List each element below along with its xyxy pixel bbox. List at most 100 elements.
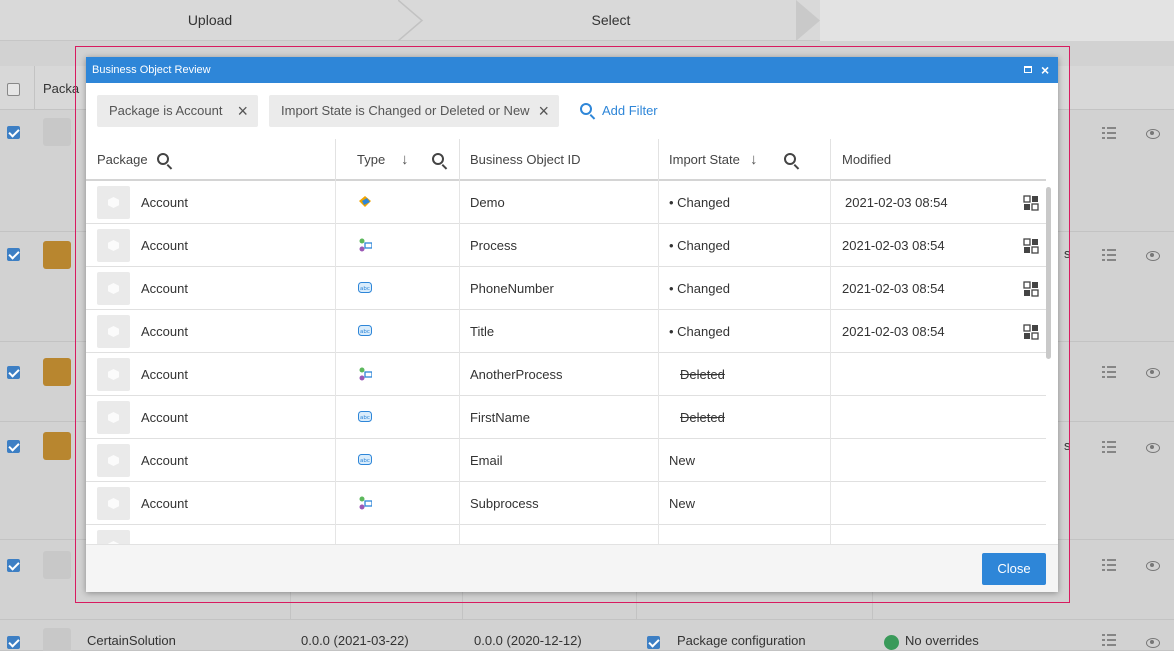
package-icon — [97, 444, 130, 477]
filter-chip-label: Package is Account — [109, 103, 223, 118]
row-checkbox[interactable] — [7, 366, 20, 379]
column-header-import-state[interactable]: Import State — [669, 139, 740, 181]
list-icon[interactable] — [1102, 365, 1116, 379]
cell-import-state: • Changed — [669, 324, 730, 339]
row-checkbox[interactable] — [7, 126, 20, 139]
package-icon — [43, 241, 71, 269]
table-row[interactable]: Account AnotherProcess Deleted — [86, 353, 1046, 396]
table-row[interactable]: Account abc Title • Changed 2021-02-03 0… — [86, 310, 1046, 353]
compare-icon[interactable] — [1023, 195, 1039, 211]
package-icon — [43, 432, 71, 460]
view-icon[interactable] — [1146, 638, 1160, 648]
sort-arrow-icon[interactable]: ↓ — [401, 139, 409, 181]
filter-chip-package[interactable]: Package is Account × — [97, 95, 258, 127]
list-icon[interactable] — [1102, 558, 1116, 572]
cell-business-object-id: AnotherProcess — [470, 367, 563, 382]
row-checkbox[interactable] — [7, 636, 20, 649]
search-icon[interactable] — [432, 153, 444, 165]
step-upload[interactable]: Upload — [0, 0, 420, 41]
table-row[interactable]: Account abc Email New — [86, 439, 1046, 482]
search-icon[interactable] — [784, 153, 796, 165]
text-field-type-icon: abc — [358, 411, 372, 422]
package-icon — [43, 628, 71, 651]
remove-filter-icon[interactable]: × — [538, 95, 549, 127]
filter-chip-import-state[interactable]: Import State is Changed or Deleted or Ne… — [269, 95, 559, 127]
check-circle-icon — [884, 635, 899, 650]
view-icon[interactable] — [1146, 368, 1160, 378]
list-icon[interactable] — [1102, 633, 1116, 647]
table-row[interactable]: Account Demo • Changed 2021-02-03 08:54 — [86, 181, 1046, 224]
table-row[interactable]: Account abc PhoneNumber • Changed 2021-0… — [86, 267, 1046, 310]
package-icon — [97, 315, 130, 348]
row-checkbox[interactable] — [7, 248, 20, 261]
compare-icon[interactable] — [1023, 324, 1039, 340]
cell-modified: 2021-02-03 08:54 — [845, 195, 948, 210]
package-icon — [97, 530, 130, 544]
cell-modified: 2021-02-03 08:54 — [842, 324, 945, 339]
search-icon — [580, 103, 592, 115]
compare-icon[interactable] — [1023, 238, 1039, 254]
row-checkbox[interactable] — [7, 440, 20, 453]
background-row-certainsolution[interactable]: CertainSolution 0.0.0 (2021-03-22) 0.0.0… — [0, 620, 1174, 651]
column-header-business-object-id[interactable]: Business Object ID — [470, 139, 581, 181]
table-row[interactable]: Account abc FirstName Deleted — [86, 396, 1046, 439]
step-pending — [820, 0, 1174, 41]
text-field-type-icon: abc — [358, 325, 372, 336]
dialog-title: Business Object Review — [86, 57, 1058, 83]
table-row[interactable]: Account Process • Changed 2021-02-03 08:… — [86, 224, 1046, 267]
cell-modified: 2021-02-03 08:54 — [842, 281, 945, 296]
row-checkbox[interactable] — [7, 559, 20, 572]
process-type-icon — [359, 496, 372, 510]
object-type-icon — [359, 196, 371, 207]
column-header-package[interactable]: Package — [97, 139, 148, 181]
package-icon — [97, 272, 130, 305]
add-filter-button[interactable]: Add Filter — [580, 101, 658, 121]
cell-business-object-id: FirstName — [470, 410, 530, 425]
view-icon[interactable] — [1146, 561, 1160, 571]
view-icon[interactable] — [1146, 251, 1160, 261]
wizard-header: Upload Select — [0, 0, 1174, 41]
cell-modified: 2021-02-03 08:54 — [842, 238, 945, 253]
view-icon[interactable] — [1146, 129, 1160, 139]
view-icon[interactable] — [1146, 443, 1160, 453]
maximize-icon[interactable] — [1024, 66, 1032, 73]
cell-import-state: New — [669, 453, 696, 468]
table-row-partial[interactable] — [86, 525, 1046, 544]
close-button[interactable]: Close — [982, 553, 1046, 585]
table-row[interactable]: Account Subprocess New — [86, 482, 1046, 525]
package-config-label: Package configuration — [677, 633, 806, 648]
package-icon — [97, 487, 130, 520]
process-type-icon — [359, 367, 372, 381]
business-object-review-dialog: Business Object Review × Package is Acco… — [86, 57, 1058, 592]
sort-arrow-icon[interactable]: ↓ — [750, 139, 758, 181]
column-header-modified[interactable]: Modified — [842, 139, 891, 181]
step-select[interactable]: Select — [426, 0, 796, 41]
cell-business-object-id: Demo — [470, 195, 505, 210]
compare-icon[interactable] — [1023, 281, 1039, 297]
filter-chip-label: Import State is Changed or Deleted or Ne… — [281, 103, 530, 118]
svg-text:abc: abc — [360, 458, 370, 464]
package-icon — [97, 401, 130, 434]
select-all-checkbox[interactable] — [7, 83, 20, 96]
remove-filter-icon[interactable]: × — [237, 95, 248, 127]
cell-import-state: • Changed — [669, 281, 730, 296]
list-icon[interactable] — [1102, 248, 1116, 262]
package-icon — [97, 358, 130, 391]
column-header-type[interactable]: Type — [357, 139, 385, 181]
cell-package: Account — [141, 453, 188, 468]
cell-business-object-id: Title — [470, 324, 495, 339]
table-header: Package Type ↓ Business Object ID Import… — [86, 139, 1046, 181]
list-icon[interactable] — [1102, 126, 1116, 140]
package-column-header[interactable]: Packa — [43, 81, 79, 96]
search-icon[interactable] — [157, 153, 169, 165]
list-icon[interactable] — [1102, 440, 1116, 454]
version-a: 0.0.0 (2021-03-22) — [301, 633, 409, 648]
table-scrollbar[interactable] — [1046, 187, 1051, 359]
step-separator-icon — [398, 0, 424, 41]
cell-import-state: • Changed — [669, 238, 730, 253]
svg-text:abc: abc — [360, 415, 370, 421]
cell-package: Account — [141, 496, 188, 511]
add-filter-label: Add Filter — [602, 103, 658, 118]
close-icon[interactable]: × — [1041, 57, 1049, 83]
config-checkbox[interactable] — [647, 636, 660, 649]
